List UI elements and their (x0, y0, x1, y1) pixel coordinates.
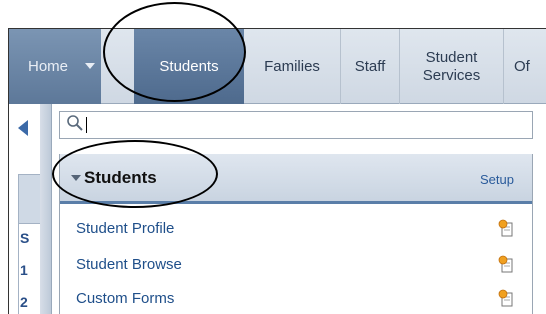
tab-truncated[interactable]: Of (504, 29, 546, 104)
rail-letter: S (20, 230, 30, 246)
setup-link[interactable]: Setup (480, 172, 514, 187)
main-nav-bar: Home Students Families Staff Student Ser… (9, 29, 546, 104)
tab-home-label: Home (27, 57, 68, 75)
menu-item-custom-forms[interactable]: Custom Forms (60, 287, 532, 309)
tab-families[interactable]: Families (244, 29, 341, 104)
add-favorite-icon[interactable] (498, 219, 514, 237)
tab-home[interactable]: Home (9, 29, 101, 104)
add-favorite-icon[interactable] (498, 289, 514, 307)
rail-letter: 1 (20, 262, 28, 278)
tab-student-services-label: Student Services (422, 48, 481, 84)
tab-student-services[interactable]: Student Services (400, 29, 504, 104)
highlight-ellipse (103, 2, 246, 102)
text-cursor (86, 117, 87, 133)
rail-letter: 2 (20, 294, 28, 310)
menu-item-student-browse[interactable]: Student Browse (60, 253, 532, 275)
menu-item-label[interactable]: Student Profile (76, 220, 174, 237)
tab-staff[interactable]: Staff (341, 29, 400, 104)
highlight-ellipse (52, 140, 218, 208)
menu-item-label[interactable]: Student Browse (76, 256, 182, 273)
menu-item-student-profile[interactable]: Student Profile (60, 217, 532, 239)
menu-item-label[interactable]: Custom Forms (76, 290, 174, 307)
search-icon (66, 114, 84, 137)
tab-families-label: Families (264, 57, 320, 75)
tab-staff-label: Staff (354, 57, 386, 75)
tab-truncated-label: Of (514, 57, 530, 75)
collapse-arrow-icon[interactable] (18, 120, 28, 136)
search-input[interactable] (59, 111, 533, 139)
dropdown-caret-icon[interactable] (83, 59, 97, 73)
rail-scrollbar[interactable] (40, 104, 52, 314)
add-favorite-icon[interactable] (498, 255, 514, 273)
